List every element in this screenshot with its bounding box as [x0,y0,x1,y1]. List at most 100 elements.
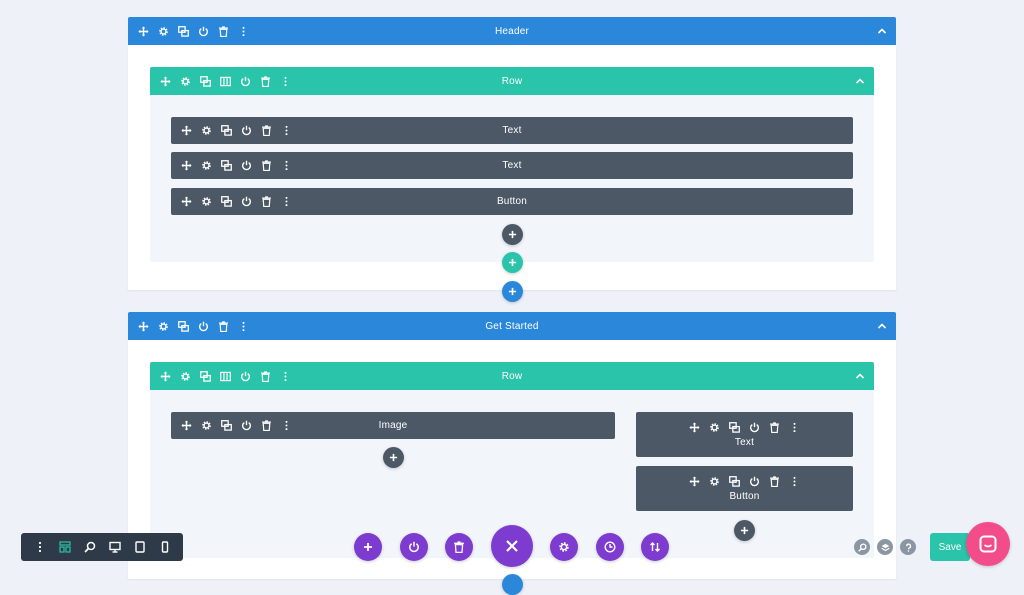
portability-button[interactable] [641,533,669,561]
chat-widget-button[interactable] [966,522,1010,566]
module-button[interactable]: Button [171,188,853,215]
add-section-button[interactable] [502,574,523,595]
move-icon[interactable] [159,370,171,382]
gear-icon[interactable] [179,75,191,87]
power-icon[interactable] [240,196,252,208]
duplicate-icon[interactable] [729,475,741,487]
add-module-button[interactable] [502,224,523,245]
power-icon[interactable] [197,25,209,37]
layers-button[interactable] [877,539,893,555]
save-button[interactable]: Save [930,533,970,561]
module-image[interactable]: Image [171,412,615,439]
module-text[interactable]: Text [171,152,853,179]
module-text[interactable]: Text [171,117,853,144]
desktop-view-icon[interactable] [108,540,122,554]
power-icon[interactable] [240,160,252,172]
power-icon[interactable] [197,320,209,332]
trash-icon[interactable] [260,160,272,172]
gear-icon[interactable] [709,421,721,433]
gear-icon[interactable] [157,320,169,332]
chevron-up-icon[interactable] [877,321,887,331]
more-icon[interactable] [280,160,292,172]
more-icon[interactable] [280,125,292,137]
more-icon[interactable] [789,421,801,433]
duplicate-icon[interactable] [220,125,232,137]
add-button[interactable] [354,533,382,561]
move-icon[interactable] [180,125,192,137]
chevron-up-icon[interactable] [877,26,887,36]
duplicate-icon[interactable] [220,196,232,208]
move-icon[interactable] [689,421,701,433]
trash-icon[interactable] [769,475,781,487]
trash-icon[interactable] [259,370,271,382]
move-icon[interactable] [137,320,149,332]
power-icon[interactable] [239,75,251,87]
add-module-button[interactable] [734,520,755,541]
more-icon[interactable] [789,475,801,487]
gear-icon[interactable] [200,196,212,208]
chevron-up-icon[interactable] [855,76,865,86]
trash-icon[interactable] [260,420,272,432]
add-section-button[interactable] [502,281,523,302]
zoom-icon[interactable] [83,540,97,554]
trash-icon[interactable] [260,196,272,208]
page-settings-button[interactable] [550,533,578,561]
module-button[interactable]: Button [636,466,853,511]
move-icon[interactable] [180,196,192,208]
more-icon[interactable] [237,25,249,37]
power-icon[interactable] [240,420,252,432]
move-icon[interactable] [180,420,192,432]
gear-icon[interactable] [200,125,212,137]
help-button[interactable] [900,539,916,555]
phone-view-icon[interactable] [158,540,172,554]
duplicate-icon[interactable] [220,160,232,172]
duplicate-icon[interactable] [199,370,211,382]
power-icon[interactable] [240,125,252,137]
gear-icon[interactable] [179,370,191,382]
trash-icon[interactable] [260,125,272,137]
wireframe-view-icon[interactable] [58,540,72,554]
add-row-button[interactable] [502,252,523,273]
duplicate-icon[interactable] [177,25,189,37]
disable-button[interactable] [400,533,428,561]
search-button[interactable] [854,539,870,555]
trash-icon[interactable] [217,320,229,332]
row-bar[interactable]: Row [150,362,874,390]
module-text[interactable]: Text [636,412,853,457]
more-icon[interactable] [279,370,291,382]
power-icon[interactable] [749,421,761,433]
section-header-bar[interactable]: Header [128,17,896,45]
clear-layout-button[interactable] [445,533,473,561]
row-bar[interactable]: Row [150,67,874,95]
history-button[interactable] [596,533,624,561]
move-icon[interactable] [180,160,192,172]
tablet-view-icon[interactable] [133,540,147,554]
duplicate-icon[interactable] [199,75,211,87]
power-icon[interactable] [239,370,251,382]
more-icon[interactable] [33,540,47,554]
more-icon[interactable] [280,420,292,432]
more-icon[interactable] [280,196,292,208]
gear-icon[interactable] [200,420,212,432]
duplicate-icon[interactable] [220,420,232,432]
columns-icon[interactable] [219,75,231,87]
trash-icon[interactable] [769,421,781,433]
move-icon[interactable] [689,475,701,487]
more-icon[interactable] [237,320,249,332]
close-actions-button[interactable] [491,525,533,567]
add-module-button[interactable] [383,447,404,468]
section-get-started-bar[interactable]: Get Started [128,312,896,340]
trash-icon[interactable] [259,75,271,87]
duplicate-icon[interactable] [729,421,741,433]
gear-icon[interactable] [157,25,169,37]
columns-icon[interactable] [219,370,231,382]
power-icon[interactable] [749,475,761,487]
chevron-up-icon[interactable] [855,371,865,381]
duplicate-icon[interactable] [177,320,189,332]
gear-icon[interactable] [200,160,212,172]
trash-icon[interactable] [217,25,229,37]
move-icon[interactable] [159,75,171,87]
gear-icon[interactable] [709,475,721,487]
move-icon[interactable] [137,25,149,37]
more-icon[interactable] [279,75,291,87]
